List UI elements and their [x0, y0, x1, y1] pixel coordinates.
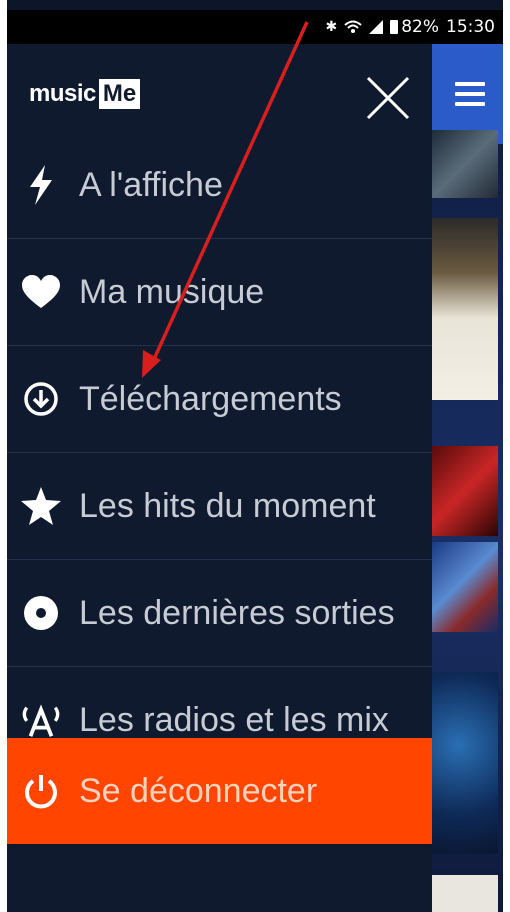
heart-icon: [21, 272, 61, 312]
menu-item-dernieres-sorties[interactable]: Les dernières sorties: [7, 560, 432, 667]
album-cover[interactable]: [432, 446, 498, 536]
menu-item-label: Les radios et les mix: [79, 700, 389, 739]
album-cover[interactable]: [432, 542, 498, 632]
battery-indicator: 82%: [390, 17, 439, 37]
bluetooth-icon: ✱: [325, 19, 338, 35]
battery-percent: 82%: [401, 17, 439, 37]
menu-item-les-hits[interactable]: Les hits du moment: [7, 453, 432, 560]
logout-label: Se déconnecter: [79, 771, 318, 810]
logo-text-music: music: [29, 80, 96, 107]
battery-icon: [390, 20, 399, 34]
clock: 15:30: [446, 17, 495, 37]
menu-item-telechargements[interactable]: Téléchargements: [7, 346, 432, 453]
album-cover[interactable]: [432, 672, 498, 854]
status-bar: ✱ 82% 15:30: [7, 10, 503, 44]
menu-item-label: Les dernières sorties: [79, 593, 395, 632]
album-cover[interactable]: [432, 875, 498, 912]
wifi-icon: [344, 20, 362, 34]
star-icon: [21, 486, 61, 526]
menu-item-label: Les hits du moment: [79, 486, 376, 525]
menu-item-label: Téléchargements: [79, 379, 342, 418]
logout-button[interactable]: Se déconnecter: [7, 738, 432, 844]
menu-item-a-laffiche[interactable]: A l'affiche: [7, 132, 432, 239]
album-cover[interactable]: [432, 218, 498, 400]
radio-icon: [21, 700, 61, 740]
lightning-icon: [21, 165, 61, 205]
close-button[interactable]: [362, 72, 414, 124]
album-cover[interactable]: [432, 130, 498, 198]
menu-item-label: A l'affiche: [79, 165, 223, 204]
hamburger-menu-icon[interactable]: [455, 82, 485, 106]
drawer-menu: A l'affiche Ma musique Téléchargements L…: [7, 132, 432, 774]
disc-icon: [21, 593, 61, 633]
menu-item-label: Ma musique: [79, 272, 265, 311]
phone-screen: ✱ 82% 15:30 music Me A l'affiche Ma musi…: [7, 0, 503, 912]
menu-item-ma-musique[interactable]: Ma musique: [7, 239, 432, 346]
power-icon: [21, 771, 61, 811]
musicme-logo: music Me: [29, 78, 141, 110]
close-icon: [366, 76, 410, 120]
navigation-drawer: music Me A l'affiche Ma musique Téléchar…: [7, 44, 432, 912]
signal-icon: [369, 20, 384, 34]
download-circle-icon: [21, 379, 61, 419]
logo-text-me: Me: [98, 79, 141, 109]
